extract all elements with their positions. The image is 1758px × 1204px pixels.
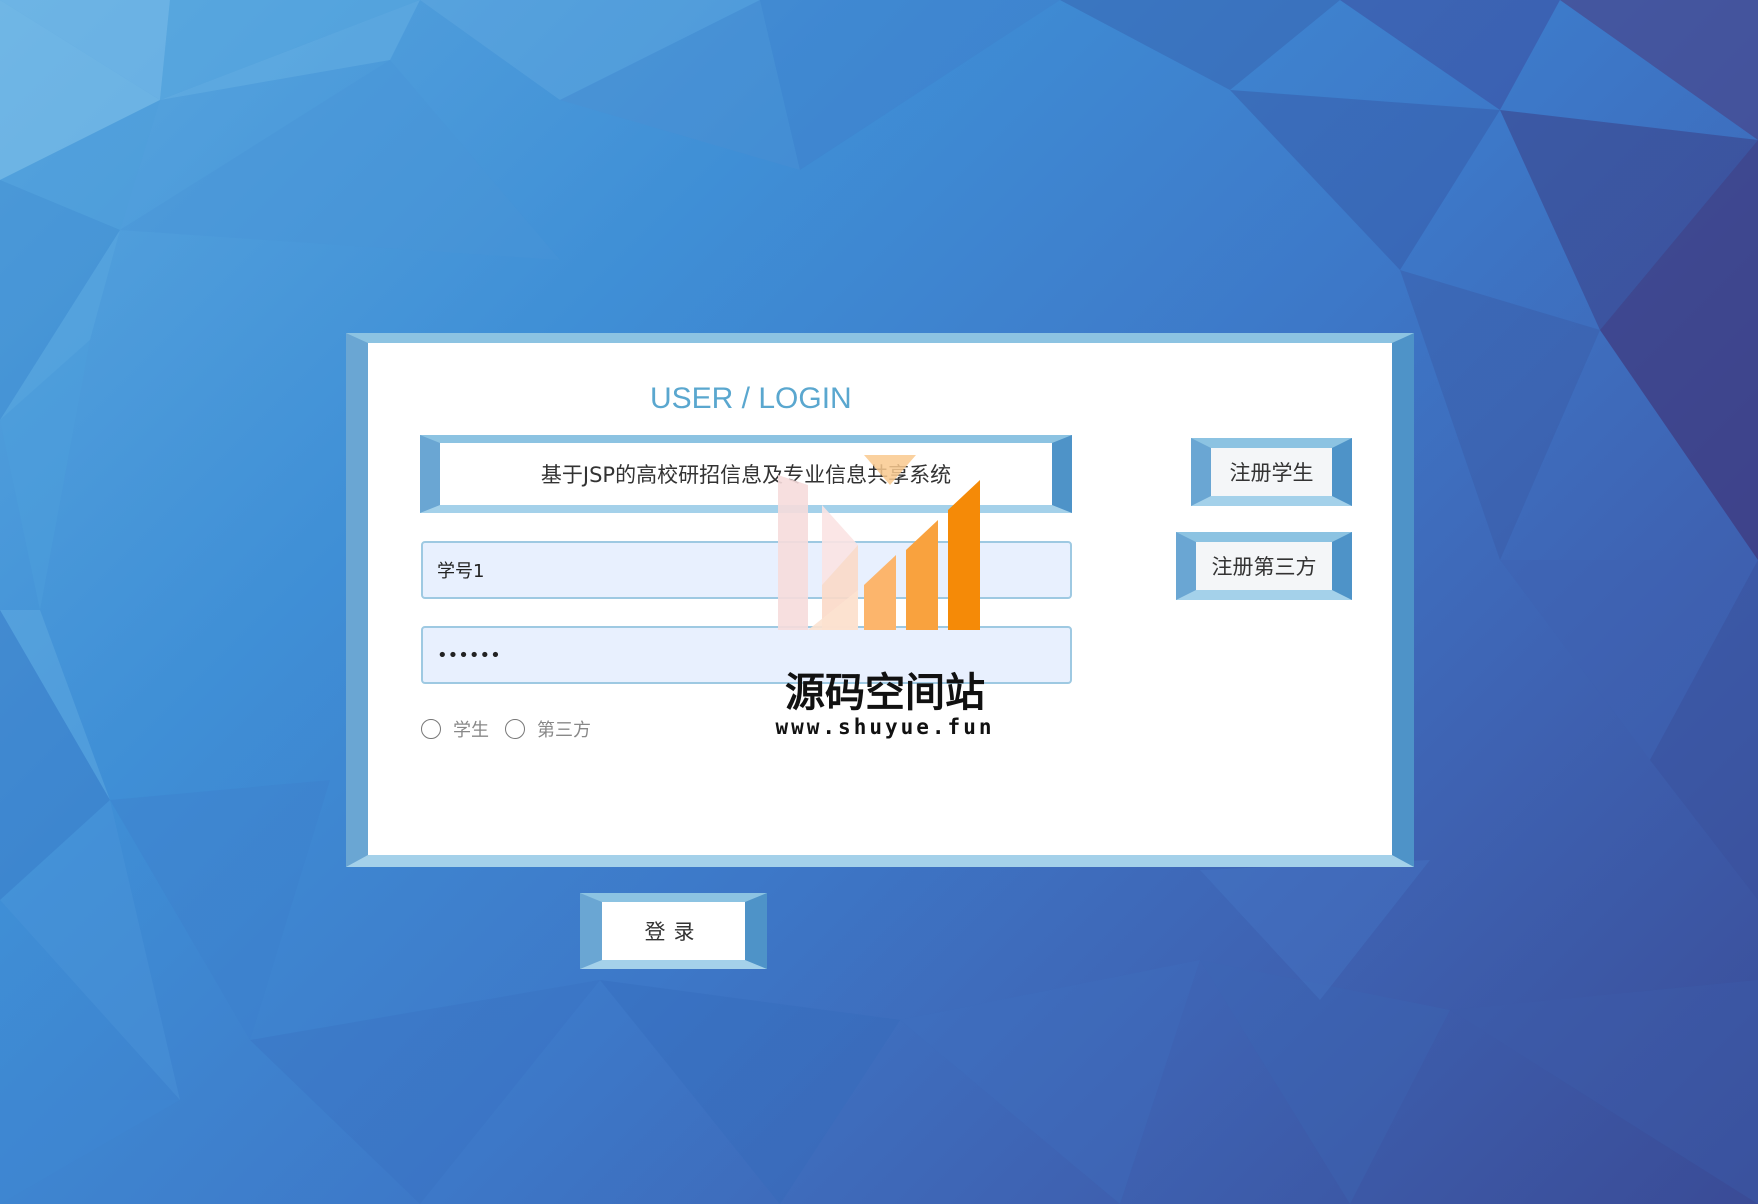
login-button[interactable]: 登录 bbox=[580, 893, 767, 969]
register-student-label: 注册学生 bbox=[1229, 461, 1314, 485]
watermark-name: 源码空间站 bbox=[785, 670, 985, 716]
login-button-label: 登录 bbox=[644, 920, 703, 944]
register-third-party-button[interactable]: 注册第三方 bbox=[1176, 532, 1352, 600]
register-third-party-label: 注册第三方 bbox=[1211, 555, 1317, 579]
login-heading: USER / LOGIN bbox=[650, 382, 852, 415]
watermark-url: www.shuyue.fun bbox=[775, 715, 995, 739]
role-label-student: 学生 bbox=[453, 720, 489, 741]
role-label-third-party: 第三方 bbox=[537, 720, 591, 741]
role-radio-student[interactable] bbox=[421, 719, 441, 739]
watermark-logo-icon bbox=[778, 455, 980, 630]
role-radio-third-party[interactable] bbox=[505, 719, 525, 739]
watermark: 源码空间站 www.shuyue.fun bbox=[760, 455, 1010, 745]
register-student-button[interactable]: 注册学生 bbox=[1191, 438, 1352, 506]
role-selector: 学生 第三方 bbox=[421, 716, 607, 742]
